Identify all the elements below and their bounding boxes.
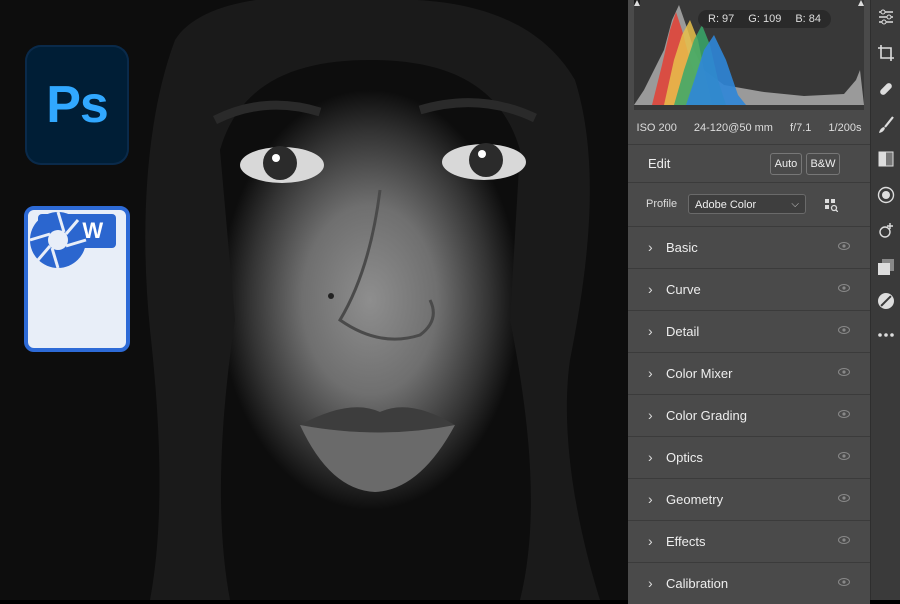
green-value: G: 109	[748, 13, 782, 25]
histogram: R: 97 G: 109 B: 84	[634, 0, 864, 110]
chevron-right-icon: ›	[648, 491, 653, 507]
bw-button[interactable]: B&W	[806, 153, 840, 175]
section-optics[interactable]: › Optics	[628, 436, 870, 478]
section-color-grading[interactable]: › Color Grading	[628, 394, 870, 436]
section-label: Effects	[666, 534, 706, 549]
raw-file-logo: RAW	[24, 206, 130, 352]
section-color-mixer[interactable]: › Color Mixer	[628, 352, 870, 394]
healing-icon[interactable]	[877, 80, 895, 98]
chevron-right-icon: ›	[648, 281, 653, 297]
section-geometry[interactable]: › Geometry	[628, 478, 870, 520]
exif-info: ISO 200 24-120@50 mm f/7.1 1/200s	[628, 112, 870, 145]
aperture-icon	[29, 211, 87, 269]
profile-dropdown[interactable]: Adobe Color ⌵	[688, 194, 806, 214]
red-value: R: 97	[708, 13, 735, 25]
section-label: Geometry	[666, 492, 724, 507]
eye-icon[interactable]	[838, 241, 850, 251]
section-label: Optics	[666, 450, 703, 465]
section-curve[interactable]: › Curve	[628, 268, 870, 310]
section-label: Color Mixer	[666, 366, 733, 381]
profile-browser-icon[interactable]	[824, 198, 838, 212]
photo-canvas: Ps RAW	[0, 0, 628, 600]
eye-icon[interactable]	[838, 325, 850, 335]
edit-sliders-icon[interactable]	[877, 8, 895, 26]
chevron-right-icon: ›	[648, 533, 653, 549]
eye-icon[interactable]	[838, 577, 850, 587]
section-label: Color Grading	[666, 408, 747, 423]
section-label: Curve	[666, 282, 701, 297]
blue-value: B: 84	[795, 13, 822, 25]
chevron-right-icon: ›	[648, 323, 653, 339]
profile-row: Profile Adobe Color ⌵	[628, 184, 870, 224]
eye-icon[interactable]	[838, 367, 850, 377]
edit-header: Edit Auto B&W	[628, 146, 870, 183]
chevron-down-icon: ⌵	[791, 199, 799, 210]
section-label: Basic	[666, 240, 698, 255]
chevron-right-icon: ›	[648, 449, 653, 465]
section-detail[interactable]: › Detail	[628, 310, 870, 352]
radial-gradient-icon[interactable]	[877, 186, 895, 204]
section-effects[interactable]: › Effects	[628, 520, 870, 562]
aperture-value: f/7.1	[789, 122, 812, 134]
section-calibration[interactable]: › Calibration	[628, 562, 870, 604]
ps-logo-text: Ps	[46, 76, 109, 134]
linear-gradient-icon[interactable]	[877, 150, 895, 168]
chevron-right-icon: ›	[648, 365, 653, 381]
chevron-right-icon: ›	[648, 575, 653, 591]
brush-icon[interactable]	[877, 116, 895, 134]
rgb-readout: R: 97 G: 109 B: 84	[698, 10, 832, 28]
section-basic[interactable]: › Basic	[628, 226, 870, 268]
shutter-value: 1/200s	[828, 122, 862, 134]
eye-icon[interactable]	[838, 283, 850, 293]
tool-strip	[870, 0, 900, 600]
profile-value: Adobe Color	[695, 199, 757, 211]
eye-icon[interactable]	[838, 451, 850, 461]
red-eye-icon[interactable]	[877, 222, 895, 240]
crop-icon[interactable]	[877, 44, 895, 62]
profile-label: Profile	[646, 198, 678, 210]
chevron-right-icon: ›	[648, 407, 653, 423]
section-label: Calibration	[666, 576, 729, 591]
chevron-right-icon: ›	[648, 239, 653, 255]
more-icon[interactable]	[877, 326, 895, 344]
camera-raw-panel: R: 97 G: 109 B: 84 ISO 200 24-120@50 mm …	[628, 0, 870, 604]
edit-title: Edit	[648, 156, 671, 171]
lens-value: 24-120@50 mm	[693, 122, 773, 134]
presets-icon[interactable]	[877, 292, 895, 310]
photoshop-logo: Ps	[25, 45, 129, 165]
snapshots-icon[interactable]	[877, 258, 895, 276]
auto-button[interactable]: Auto	[770, 153, 802, 175]
eye-icon[interactable]	[838, 493, 850, 503]
section-label: Detail	[666, 324, 700, 339]
iso-value: ISO 200	[636, 122, 677, 134]
eye-icon[interactable]	[838, 535, 850, 545]
eye-icon[interactable]	[838, 409, 850, 419]
edit-sections: › Basic › Curve › Detail › Color Mixer ›…	[628, 226, 870, 604]
